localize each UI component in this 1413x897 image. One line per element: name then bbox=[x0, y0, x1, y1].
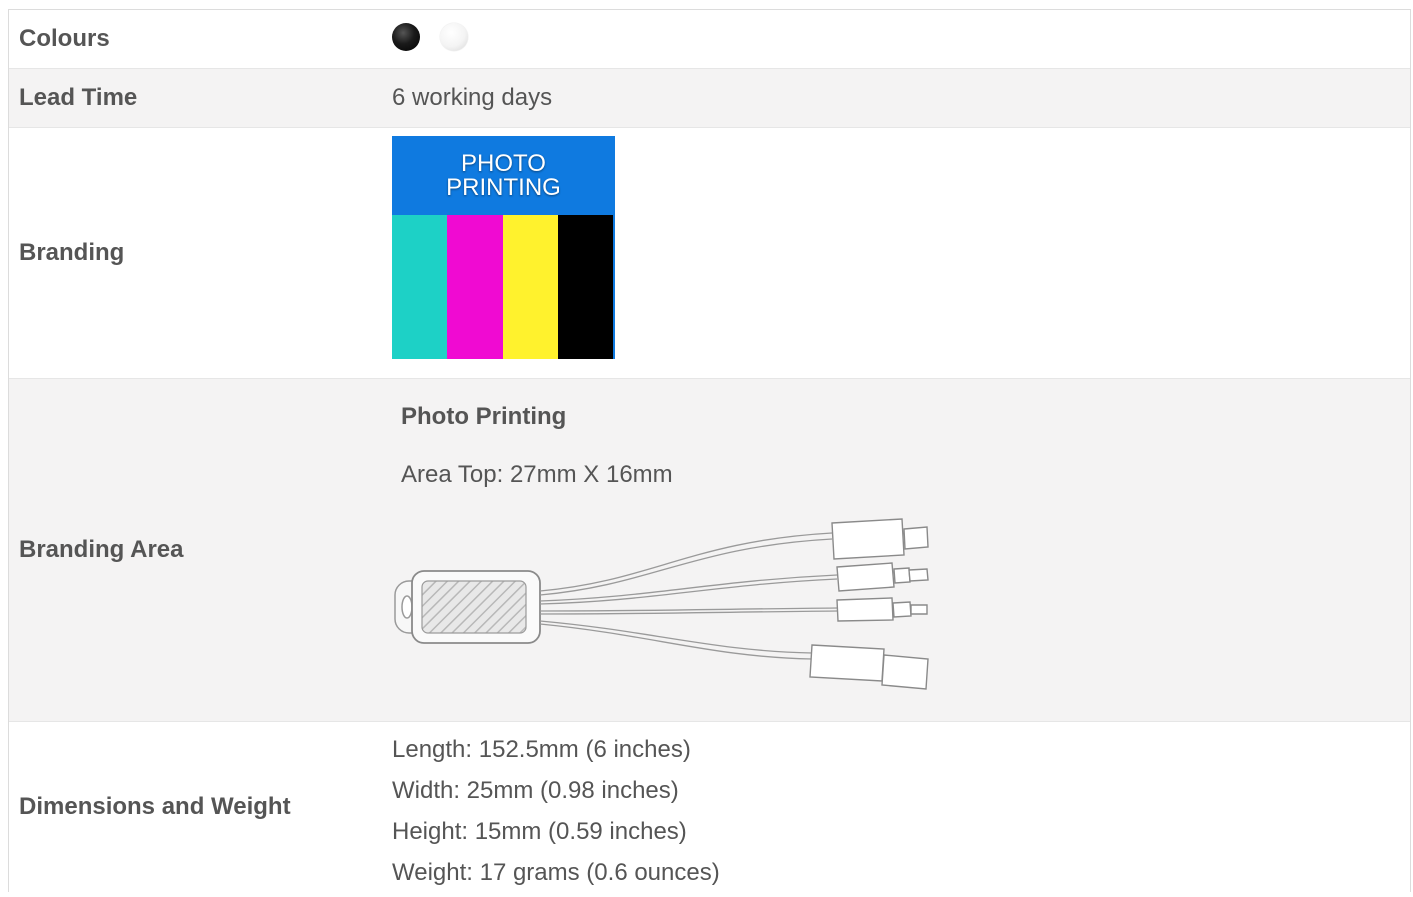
black-bar bbox=[557, 215, 613, 359]
branding-method-title: Photo Printing bbox=[401, 403, 567, 430]
dimension-length: Length: 152.5mm (6 inches) bbox=[392, 736, 691, 763]
colour-swatch-white[interactable] bbox=[440, 23, 468, 51]
branding-label: Branding bbox=[19, 239, 125, 266]
colour-swatch-black[interactable] bbox=[392, 23, 420, 51]
badge-line-2: PRINTING bbox=[446, 174, 561, 201]
table-row-lead-time: Lead Time 6 working days bbox=[9, 69, 1410, 128]
yellow-bar bbox=[502, 215, 558, 359]
multi-usb-cable-drawing-icon bbox=[394, 518, 929, 690]
table-row-branding-area: Branding Area Photo Printing Area Top: 2… bbox=[9, 379, 1410, 722]
colours-label: Colours bbox=[19, 25, 110, 52]
photo-printing-badge: PHOTO PRINTING bbox=[392, 136, 615, 359]
product-specs-table: Colours Lead Time 6 working days Brandin… bbox=[8, 9, 1411, 892]
dimension-height: Height: 15mm (0.59 inches) bbox=[392, 818, 687, 845]
dimension-width: Width: 25mm (0.98 inches) bbox=[392, 777, 679, 804]
table-row-colours: Colours bbox=[9, 10, 1410, 69]
dimensions-label: Dimensions and Weight bbox=[19, 793, 291, 820]
dimension-weight: Weight: 17 grams (0.6 ounces) bbox=[392, 859, 720, 886]
table-row-branding: Branding PHOTO PRINTING bbox=[9, 128, 1410, 379]
badge-line-1: PHOTO bbox=[461, 150, 546, 177]
photo-printing-badge-text: PHOTO PRINTING bbox=[392, 152, 615, 200]
lead-time-label: Lead Time bbox=[19, 84, 138, 111]
cmyk-bars bbox=[392, 215, 613, 359]
branding-area-size: Area Top: 27mm X 16mm bbox=[401, 461, 673, 488]
lead-time-value: 6 working days bbox=[392, 84, 553, 111]
table-row-dimensions: Dimensions and Weight Length: 152.5mm (6… bbox=[9, 722, 1410, 892]
magenta-bar bbox=[447, 215, 503, 359]
branding-area-label: Branding Area bbox=[19, 536, 184, 563]
cyan-bar bbox=[392, 215, 448, 359]
